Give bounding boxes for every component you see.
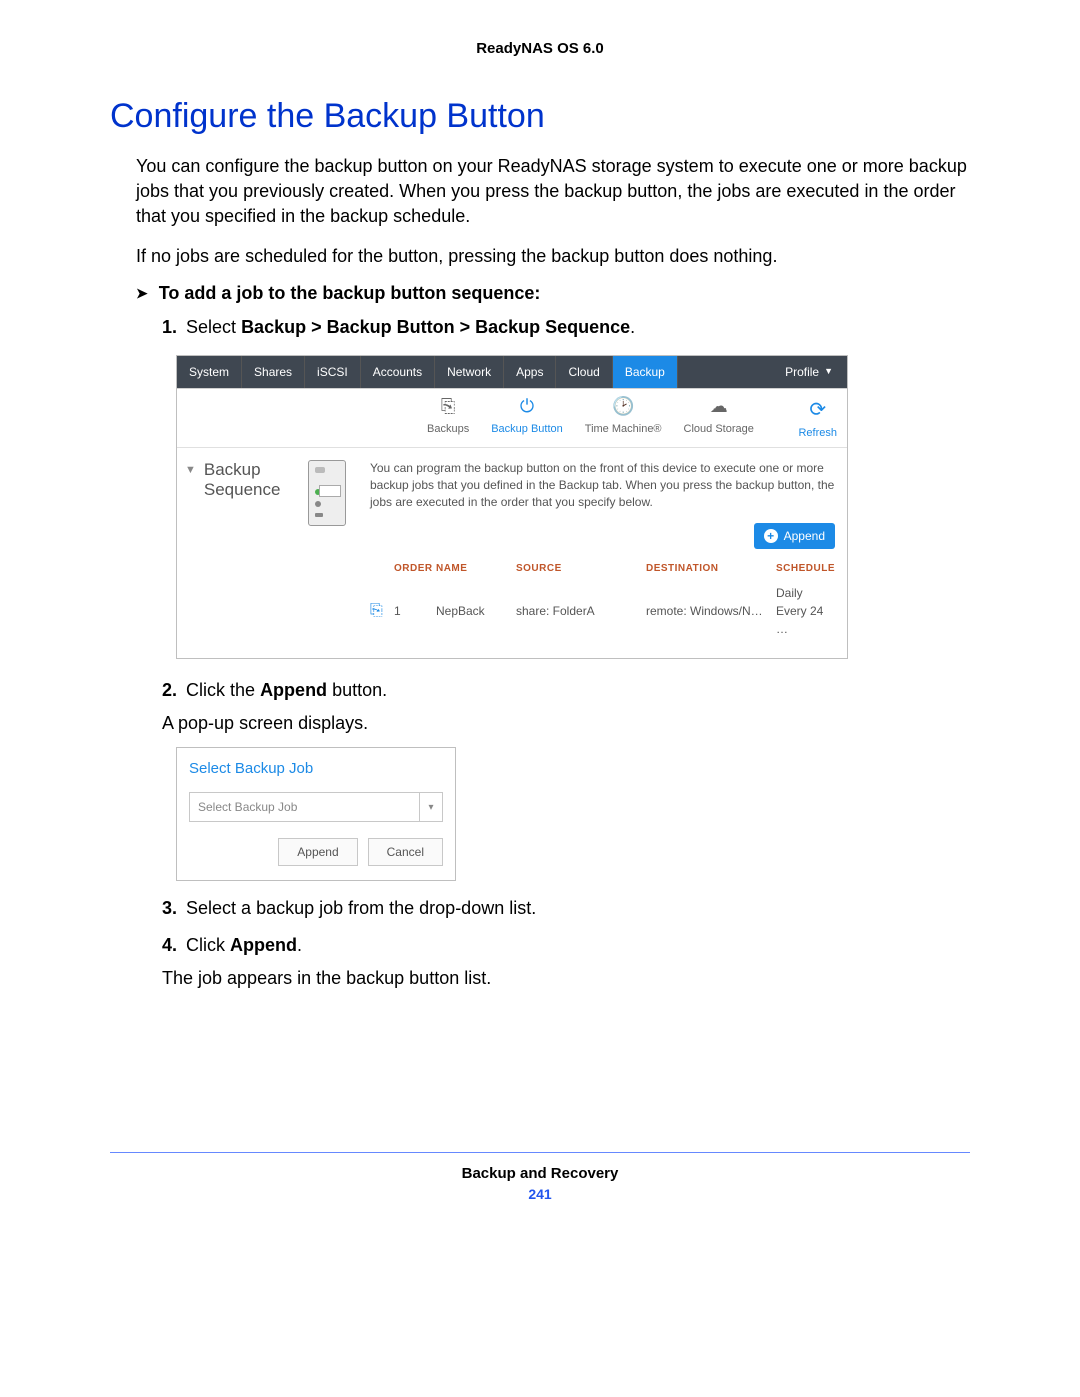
section-label-line2: Sequence — [204, 480, 281, 500]
step-3-text: Select a backup job from the drop-down l… — [186, 898, 536, 918]
subtab-time-machine[interactable]: 🕑 Time Machine® — [585, 395, 662, 438]
step-1-text-a: Select — [186, 317, 241, 337]
right-column: You can program the backup button on the… — [370, 460, 835, 641]
device-led-grey — [315, 501, 321, 507]
step-2-bold: Append — [260, 680, 327, 700]
step-number: 1. — [162, 317, 177, 337]
cell-source: share: FolderA — [516, 602, 646, 620]
col-icon — [370, 561, 394, 576]
step-4-text-a: Click — [186, 935, 230, 955]
table-header: ORDER NAME SOURCE DESTINATION SCHEDULE — [370, 557, 835, 580]
screenshot-dialog: Select Backup Job Select Backup Job ▾ Ap… — [176, 747, 456, 882]
procedure-heading: ➤ To add a job to the backup button sequ… — [136, 283, 970, 304]
section-label-line1: Backup — [204, 460, 281, 480]
append-button-label: Append — [784, 527, 825, 545]
intro-paragraph-2: If no jobs are scheduled for the button,… — [136, 244, 970, 269]
step-2-text-a: Click the — [186, 680, 260, 700]
sub-tab-bar: ⎘ Backups ⏻ Backup Button 🕑 Time Machine… — [177, 389, 847, 449]
page: ReadyNAS OS 6.0 Configure the Backup But… — [0, 0, 1080, 1242]
backup-job-select[interactable]: Select Backup Job ▾ — [189, 792, 443, 822]
clock-icon: 🕑 — [611, 395, 635, 419]
procedure-steps: 1. Select Backup > Backup Button > Backu… — [162, 314, 970, 992]
page-footer: Backup and Recovery 241 — [110, 1152, 970, 1202]
footer-page-number: 241 — [110, 1186, 970, 1202]
subtab-cloud-storage[interactable]: ☁ Cloud Storage — [684, 395, 754, 438]
intro-paragraph-1: You can configure the backup button on y… — [136, 154, 970, 230]
col-schedule: SCHEDULE — [776, 561, 835, 576]
backup-button-icon: ⏻ — [515, 395, 539, 419]
tab-iscsi[interactable]: iSCSI — [305, 356, 361, 388]
dialog-append-button[interactable]: Append — [278, 838, 357, 866]
append-button[interactable]: + Append — [754, 523, 835, 549]
device-illustration — [308, 460, 346, 526]
section-description: You can program the backup button on the… — [370, 460, 835, 510]
step-number: 4. — [162, 935, 177, 955]
step-2-sub: A pop-up screen displays. — [162, 710, 970, 737]
plus-icon: + — [764, 529, 778, 543]
device-bay — [319, 485, 341, 497]
subtab-cloud-storage-label: Cloud Storage — [684, 421, 754, 438]
cell-destination: remote: Windows/N… — [646, 602, 776, 620]
tab-cloud[interactable]: Cloud — [556, 356, 612, 388]
tab-network[interactable]: Network — [435, 356, 504, 388]
tab-shares[interactable]: Shares — [242, 356, 305, 388]
job-icon: ⎘ — [370, 602, 383, 619]
chevron-down-icon: ▾ — [419, 793, 442, 821]
step-number: 2. — [162, 680, 177, 700]
tab-backup[interactable]: Backup — [613, 356, 678, 388]
col-name: NAME — [436, 561, 516, 576]
refresh-button[interactable]: ⟳ Refresh — [798, 395, 837, 442]
triangle-bullet-icon: ➤ — [136, 285, 148, 302]
cell-order: 1 — [394, 602, 436, 620]
dialog-title: Select Backup Job — [189, 758, 443, 781]
step-4: 4. Click Append. The job appears in the … — [162, 932, 970, 992]
step-2: 2. Click the Append button. A pop-up scr… — [162, 677, 970, 882]
profile-menu[interactable]: Profile ▼ — [771, 356, 847, 388]
device-slot — [315, 513, 323, 517]
col-order: ORDER — [394, 561, 436, 576]
subtab-backups[interactable]: ⎘ Backups — [427, 395, 469, 438]
chevron-down-icon: ▼ — [824, 365, 833, 379]
backups-icon: ⎘ — [436, 395, 460, 419]
page-title: Configure the Backup Button — [110, 97, 970, 136]
refresh-icon: ⟳ — [809, 395, 826, 425]
procedure-heading-text: To add a job to the backup button sequen… — [159, 283, 541, 303]
tab-spacer — [678, 356, 771, 388]
profile-label: Profile — [785, 363, 819, 381]
section-label: Backup Sequence — [204, 460, 281, 499]
step-1-text-c: . — [630, 317, 635, 337]
dialog-cancel-button[interactable]: Cancel — [368, 838, 443, 866]
main-content-row: ▼ Backup Sequence You can — [177, 448, 847, 657]
step-1-bold: Backup > Backup Button > Backup Sequence — [241, 317, 630, 337]
left-column: ▼ Backup Sequence — [185, 460, 370, 641]
subtab-backup-button-label: Backup Button — [491, 421, 563, 438]
cell-name: NepBack — [436, 602, 516, 620]
tab-accounts[interactable]: Accounts — [361, 356, 435, 388]
refresh-label: Refresh — [798, 425, 837, 442]
select-placeholder: Select Backup Job — [190, 793, 419, 821]
footer-section: Backup and Recovery — [110, 1165, 970, 1182]
col-destination: DESTINATION — [646, 561, 776, 576]
step-3: 3. Select a backup job from the drop-dow… — [162, 895, 970, 922]
screenshot-main-ui: System Shares iSCSI Accounts Network App… — [176, 355, 848, 659]
tab-apps[interactable]: Apps — [504, 356, 556, 388]
cloud-icon: ☁ — [707, 395, 731, 419]
subtab-time-machine-label: Time Machine® — [585, 421, 662, 438]
step-2-text-c: button. — [327, 680, 387, 700]
disclosure-triangle-icon[interactable]: ▼ — [185, 462, 196, 479]
main-tab-bar: System Shares iSCSI Accounts Network App… — [177, 356, 847, 389]
subtab-backups-label: Backups — [427, 421, 469, 438]
doc-header: ReadyNAS OS 6.0 — [110, 40, 970, 57]
step-1: 1. Select Backup > Backup Button > Backu… — [162, 314, 970, 659]
step-4-bold: Append — [230, 935, 297, 955]
cell-schedule: Daily Every 24 … — [776, 584, 835, 638]
step-4-sub: The job appears in the backup button lis… — [162, 965, 970, 992]
dialog-buttons: Append Cancel — [189, 838, 443, 866]
tab-system[interactable]: System — [177, 356, 242, 388]
step-4-text-c: . — [297, 935, 302, 955]
step-number: 3. — [162, 898, 177, 918]
col-source: SOURCE — [516, 561, 646, 576]
table-row[interactable]: ⎘ 1 NepBack share: FolderA remote: Windo… — [370, 580, 835, 642]
subtab-backup-button[interactable]: ⏻ Backup Button — [491, 395, 563, 438]
